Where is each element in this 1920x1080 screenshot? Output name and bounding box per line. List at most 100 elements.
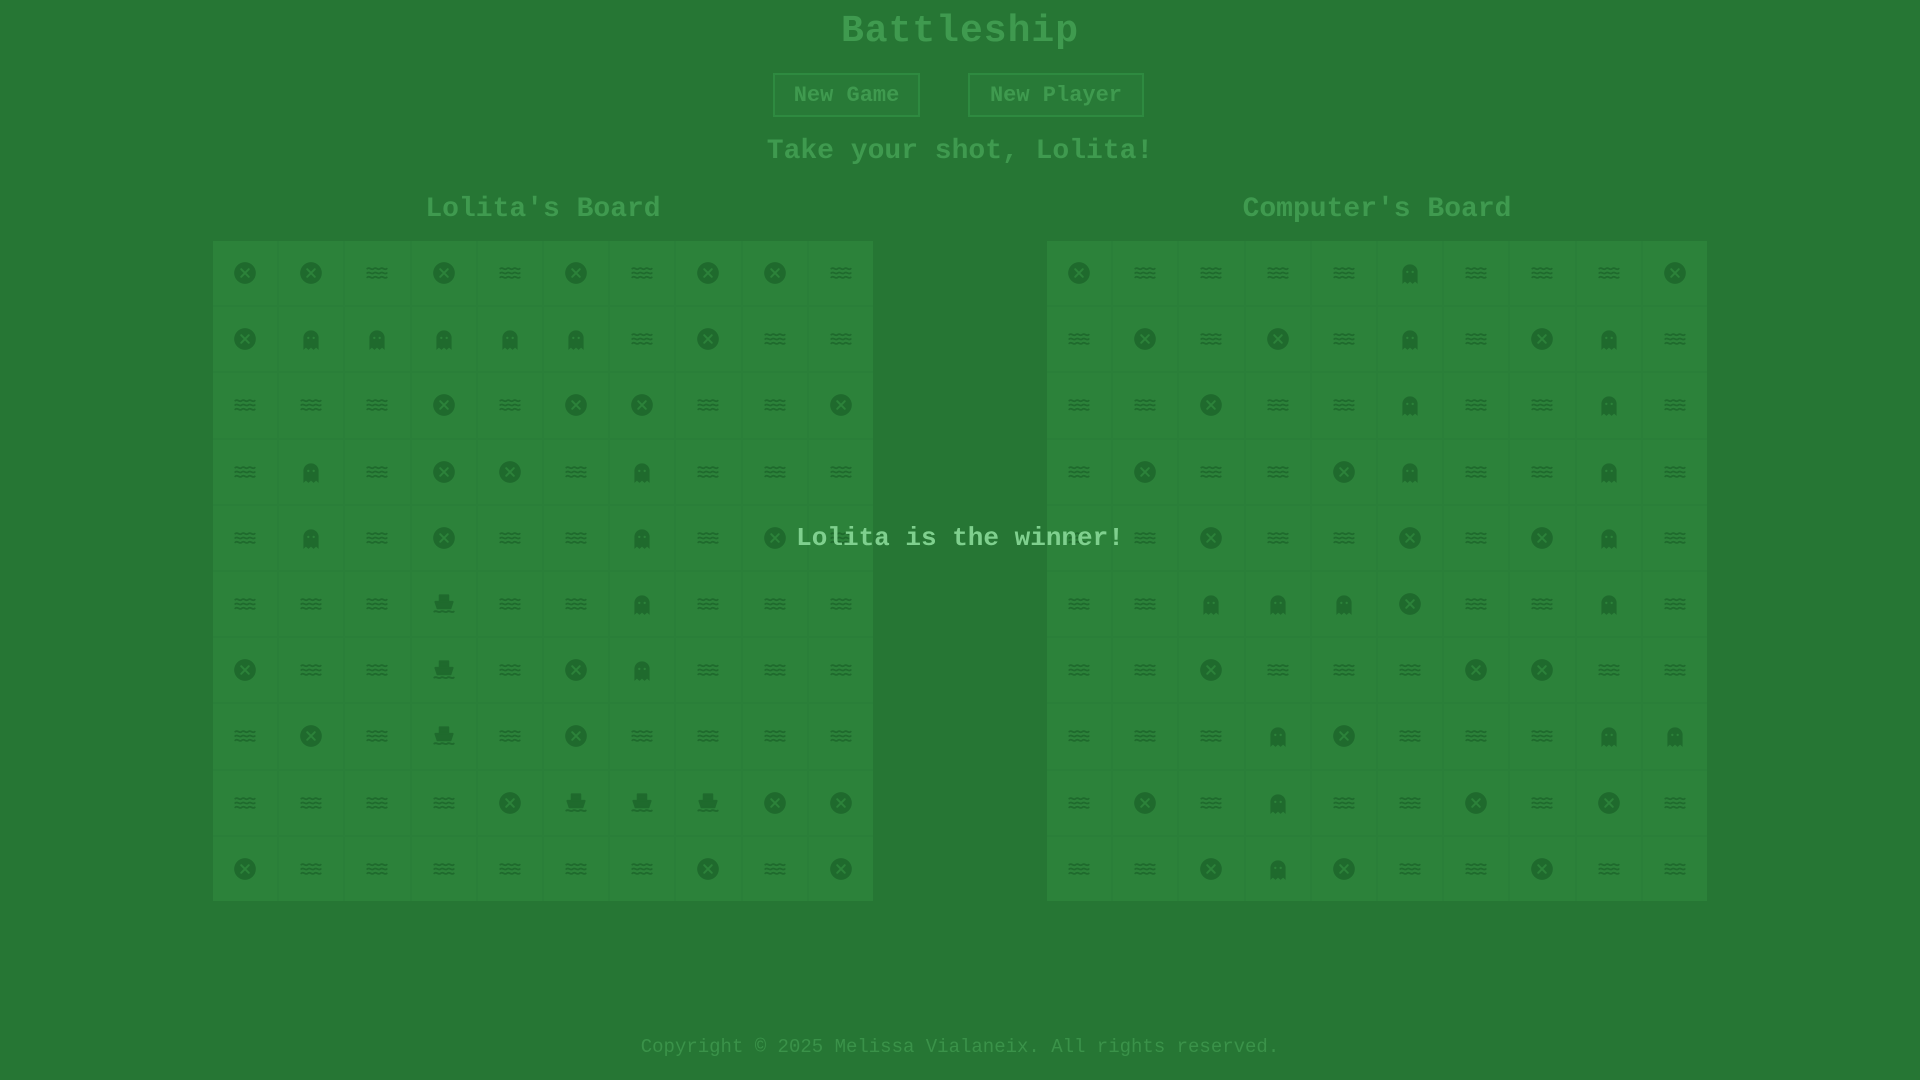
computer-board-cell[interactable]: [1113, 307, 1178, 372]
computer-board-cell[interactable]: [1642, 638, 1707, 703]
player-board-cell[interactable]: [676, 770, 741, 835]
player-board-cell[interactable]: [808, 373, 873, 438]
player-board-cell[interactable]: [213, 241, 278, 306]
computer-board-cell[interactable]: [1576, 373, 1641, 438]
computer-board-cell[interactable]: [1576, 770, 1641, 835]
computer-board-cell[interactable]: [1311, 571, 1376, 637]
computer-board-cell[interactable]: [1245, 770, 1310, 835]
player-board-cell[interactable]: [676, 704, 741, 769]
computer-board-cell[interactable]: [1510, 704, 1575, 769]
player-board-cell[interactable]: [345, 770, 410, 835]
player-board-cell[interactable]: [477, 571, 542, 637]
player-board-cell[interactable]: [345, 439, 410, 504]
player-board-cell[interactable]: [345, 638, 410, 703]
computer-board-cell[interactable]: [1311, 770, 1376, 835]
computer-board-cell[interactable]: [1113, 770, 1178, 835]
computer-board-cell[interactable]: [1444, 571, 1509, 637]
player-board-cell[interactable]: [279, 373, 344, 438]
player-board-cell[interactable]: [213, 770, 278, 835]
computer-board-cell[interactable]: [1642, 307, 1707, 372]
computer-board-cell[interactable]: [1576, 638, 1641, 703]
computer-board-cell[interactable]: [1510, 638, 1575, 703]
computer-board-cell[interactable]: [1642, 373, 1707, 438]
player-board-cell[interactable]: [676, 571, 741, 637]
computer-board-cell[interactable]: [1113, 571, 1178, 637]
computer-board-cell[interactable]: [1113, 439, 1178, 504]
player-board-cell[interactable]: [345, 373, 410, 438]
player-board-cell[interactable]: [279, 241, 344, 306]
player-board-cell[interactable]: [676, 638, 741, 703]
player-board-cell[interactable]: [411, 770, 476, 835]
computer-board-cell[interactable]: [1377, 704, 1443, 769]
player-board-cell[interactable]: [345, 836, 410, 901]
computer-board-cell[interactable]: [1113, 373, 1178, 438]
computer-board-cell[interactable]: [1311, 638, 1376, 703]
new-player-button[interactable]: New Player: [968, 73, 1144, 117]
new-game-button[interactable]: New Game: [773, 73, 920, 117]
computer-board-cell[interactable]: [1576, 241, 1641, 306]
player-board-cell[interactable]: [279, 439, 344, 504]
computer-board-cell[interactable]: [1642, 241, 1707, 306]
computer-board-cell[interactable]: [1047, 307, 1112, 372]
computer-board-cell[interactable]: [1113, 241, 1178, 306]
computer-board-cell[interactable]: [1377, 770, 1443, 835]
computer-board-cell[interactable]: [1047, 638, 1112, 703]
computer-board-cell[interactable]: [1245, 373, 1310, 438]
computer-board-cell[interactable]: [1576, 571, 1641, 637]
player-board-cell[interactable]: [742, 241, 807, 306]
computer-board-cell[interactable]: [1245, 571, 1310, 637]
player-board-cell[interactable]: [610, 241, 675, 306]
player-board-cell[interactable]: [477, 836, 542, 901]
player-board-cell[interactable]: [676, 836, 741, 901]
computer-board-cell[interactable]: [1444, 704, 1509, 769]
computer-board-cell[interactable]: [1510, 373, 1575, 438]
player-board-cell[interactable]: [742, 439, 807, 504]
computer-board-cell[interactable]: [1179, 439, 1244, 504]
player-board-cell[interactable]: [808, 307, 873, 372]
computer-board-cell[interactable]: [1311, 241, 1376, 306]
player-board-cell[interactable]: [543, 836, 609, 901]
computer-board-cell[interactable]: [1179, 836, 1244, 901]
player-board-cell[interactable]: [808, 836, 873, 901]
player-board-cell[interactable]: [411, 241, 476, 306]
player-board-cell[interactable]: [610, 307, 675, 372]
player-board-cell[interactable]: [742, 571, 807, 637]
computer-board-cell[interactable]: [1311, 836, 1376, 901]
player-board-cell[interactable]: [543, 307, 609, 372]
player-board-cell[interactable]: [808, 241, 873, 306]
computer-board-cell[interactable]: [1245, 307, 1310, 372]
player-board-cell[interactable]: [279, 307, 344, 372]
computer-board-cell[interactable]: [1179, 770, 1244, 835]
computer-board-cell[interactable]: [1047, 439, 1112, 504]
player-board-cell[interactable]: [279, 770, 344, 835]
computer-board-cell[interactable]: [1642, 770, 1707, 835]
computer-board-cell[interactable]: [1576, 439, 1641, 504]
computer-board-cell[interactable]: [1510, 307, 1575, 372]
computer-board-cell[interactable]: [1179, 307, 1244, 372]
player-board-cell[interactable]: [213, 307, 278, 372]
computer-board-cell[interactable]: [1179, 638, 1244, 703]
player-board-cell[interactable]: [543, 241, 609, 306]
player-board-cell[interactable]: [543, 770, 609, 835]
player-board-cell[interactable]: [610, 439, 675, 504]
computer-board-cell[interactable]: [1179, 571, 1244, 637]
computer-board-cell[interactable]: [1510, 571, 1575, 637]
player-board-cell[interactable]: [543, 638, 609, 703]
player-board-cell[interactable]: [543, 373, 609, 438]
player-board-cell[interactable]: [279, 571, 344, 637]
computer-board-cell[interactable]: [1510, 241, 1575, 306]
computer-board-cell[interactable]: [1047, 241, 1112, 306]
player-board-cell[interactable]: [477, 307, 542, 372]
player-board-cell[interactable]: [543, 571, 609, 637]
computer-board-cell[interactable]: [1377, 307, 1443, 372]
player-board-cell[interactable]: [279, 704, 344, 769]
player-board-cell[interactable]: [676, 373, 741, 438]
player-board-cell[interactable]: [213, 704, 278, 769]
player-board-cell[interactable]: [213, 439, 278, 504]
computer-board-cell[interactable]: [1576, 704, 1641, 769]
player-board-cell[interactable]: [543, 704, 609, 769]
player-board-cell[interactable]: [411, 373, 476, 438]
computer-board-cell[interactable]: [1113, 836, 1178, 901]
computer-board-cell[interactable]: [1311, 704, 1376, 769]
player-board-cell[interactable]: [213, 571, 278, 637]
